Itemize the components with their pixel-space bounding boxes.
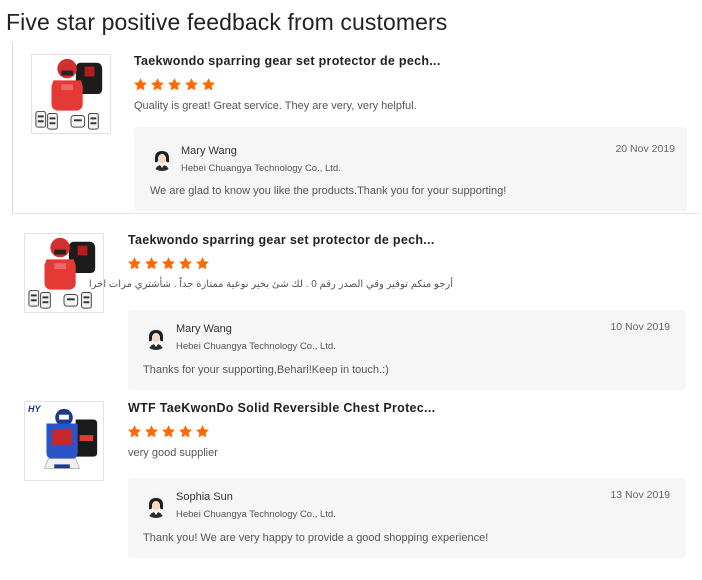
product-thumbnail[interactable]: HY bbox=[24, 401, 104, 481]
reply-author-name: Sophia Sun bbox=[176, 491, 233, 503]
review-card: HY WTF TaeKwonDo Solid Reversible Chest … bbox=[0, 398, 700, 568]
star-icon bbox=[195, 424, 210, 439]
female-avatar-icon bbox=[150, 147, 174, 171]
star-icon bbox=[150, 77, 165, 92]
reply-text: Thank you! We are very happy to provide … bbox=[143, 532, 489, 544]
review-comment: Quality is great! Great service. They ar… bbox=[134, 100, 417, 112]
reply-date: 10 Nov 2019 bbox=[610, 321, 670, 333]
star-icon bbox=[161, 424, 176, 439]
star-icon bbox=[178, 424, 193, 439]
review-card: Taekwondo sparring gear set protector de… bbox=[12, 42, 700, 214]
review-comment: أرجو منكم توفير وقي الصدر رقم 0 . لك شئ … bbox=[88, 279, 453, 290]
taekwondo-gear-image bbox=[25, 234, 103, 312]
star-rating bbox=[133, 77, 216, 92]
product-thumbnail[interactable] bbox=[31, 54, 111, 134]
star-icon bbox=[167, 77, 182, 92]
female-avatar-icon bbox=[144, 494, 168, 518]
review-card: Taekwondo sparring gear set protector de… bbox=[0, 228, 700, 392]
product-title-link[interactable]: Taekwondo sparring gear set protector de… bbox=[128, 233, 435, 247]
reply-company: Hebei Chuangya Technology Co., Ltd. bbox=[176, 509, 336, 520]
product-title-link[interactable]: Taekwondo sparring gear set protector de… bbox=[134, 54, 441, 68]
thumb-logo: HY bbox=[28, 404, 41, 414]
star-icon bbox=[201, 77, 216, 92]
star-icon bbox=[184, 77, 199, 92]
star-rating bbox=[127, 256, 210, 271]
female-avatar-icon bbox=[144, 326, 168, 350]
star-icon bbox=[133, 77, 148, 92]
supplier-reply: Sophia Sun Hebei Chuangya Technology Co.… bbox=[128, 478, 686, 558]
reply-text: Thanks for your supporting,Behari!Keep i… bbox=[143, 364, 389, 376]
star-icon bbox=[127, 256, 142, 271]
product-thumbnail[interactable] bbox=[24, 233, 104, 313]
reply-company: Hebei Chuangya Technology Co., Ltd. bbox=[181, 163, 341, 174]
star-icon bbox=[127, 424, 142, 439]
star-icon bbox=[178, 256, 193, 271]
divider bbox=[12, 213, 700, 214]
star-rating bbox=[127, 424, 210, 439]
reply-company: Hebei Chuangya Technology Co., Ltd. bbox=[176, 341, 336, 352]
reply-text: We are glad to know you like the product… bbox=[150, 185, 507, 197]
taekwondo-gear-image bbox=[32, 55, 110, 133]
supplier-reply: Mary Wang Hebei Chuangya Technology Co.,… bbox=[134, 127, 687, 211]
star-icon bbox=[144, 424, 159, 439]
star-icon bbox=[195, 256, 210, 271]
reply-author-name: Mary Wang bbox=[176, 323, 232, 335]
star-icon bbox=[144, 256, 159, 271]
star-icon bbox=[161, 256, 176, 271]
product-title-link[interactable]: WTF TaeKwonDo Solid Reversible Chest Pro… bbox=[128, 401, 435, 415]
page-title: Five star positive feedback from custome… bbox=[6, 9, 448, 35]
reply-author-name: Mary Wang bbox=[181, 145, 237, 157]
supplier-reply: Mary Wang Hebei Chuangya Technology Co.,… bbox=[128, 310, 686, 390]
reply-date: 20 Nov 2019 bbox=[615, 143, 675, 155]
review-comment: very good supplier bbox=[128, 447, 218, 459]
reply-date: 13 Nov 2019 bbox=[610, 489, 670, 501]
